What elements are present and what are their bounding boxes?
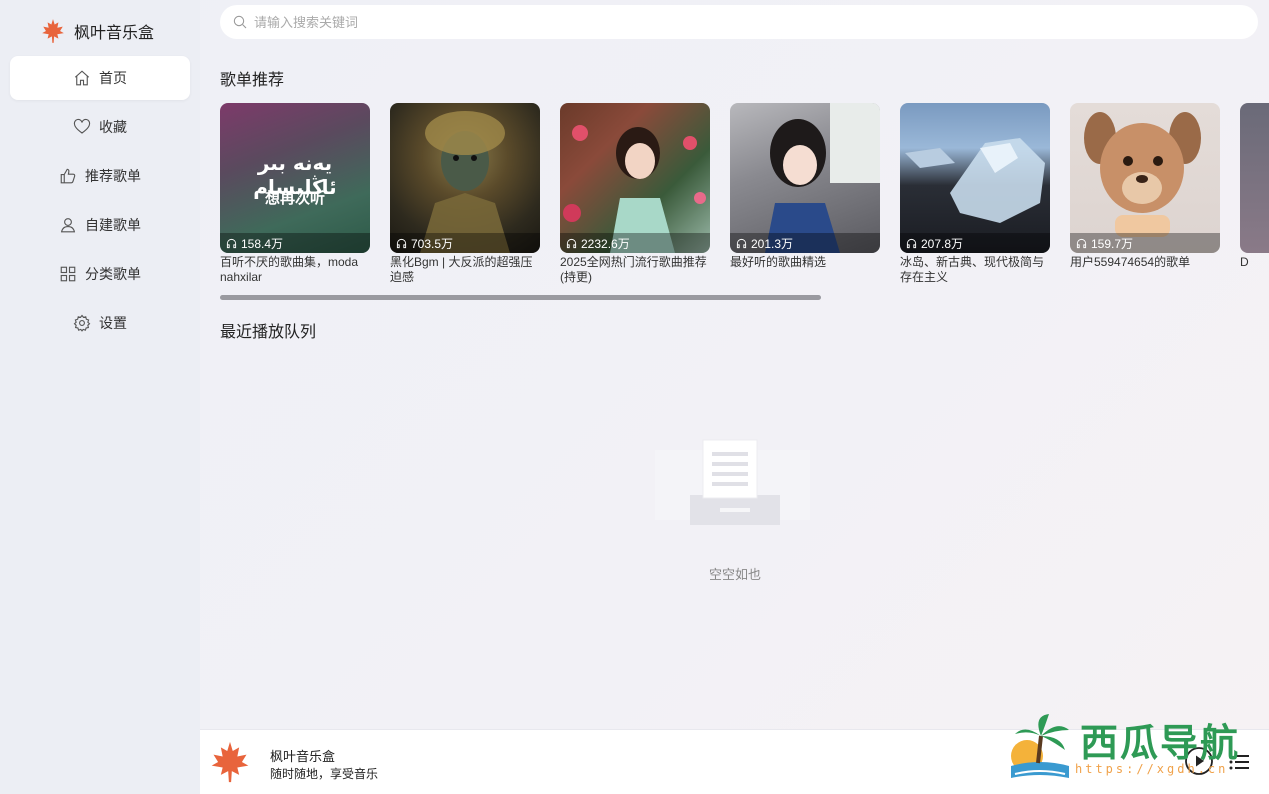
playlist-card[interactable]: 703.5万 黑化Bgm | 大反派的超强压迫感 [390, 103, 540, 285]
play-count-value: 207.8万 [921, 236, 964, 251]
playlist-cover[interactable]: 159.7万 [1070, 103, 1220, 253]
play-count: 158.4万 [220, 233, 370, 253]
playlist-card[interactable]: يەنە بىر ئاڭلىسام 想再次听 158.4万 百听不厌的歌曲集，m… [220, 103, 370, 285]
cover-art [420, 111, 510, 253]
play-count-value: 158.4万 [241, 236, 284, 251]
sidebar-nav: 首页 收藏 推荐歌单 自建歌单 分类歌单 设置 [10, 56, 190, 350]
cover-art [1084, 112, 1201, 237]
playlist-name[interactable]: 最好听的歌曲精选 [730, 255, 880, 270]
play-count: 2232.6万 [560, 233, 710, 253]
play-count: 207.8万 [900, 233, 1050, 253]
app-title: 枫叶音乐盒 [74, 25, 155, 42]
playlist-name[interactable]: 冰岛、新古典、现代极简与存在主义 [900, 255, 1050, 285]
playlist-row-scrollbar[interactable] [220, 295, 821, 300]
sidebar-item-favorites[interactable]: 收藏 [10, 105, 190, 149]
search-input[interactable] [254, 14, 1154, 30]
sidebar-item-custom[interactable]: 自建歌单 [10, 203, 190, 247]
cover-subtitle-text: 想再次听 [264, 190, 325, 207]
player-song-title: 枫叶音乐盒 [270, 749, 336, 764]
playlist-name[interactable]: 2025全网热门流行歌曲推荐(持更) [560, 255, 710, 285]
empty-state-text: 空空如也 [708, 567, 761, 582]
cover-art [563, 125, 706, 253]
watermark-text: 西瓜导航 [1080, 720, 1241, 765]
sidebar-item-settings[interactable]: 设置 [10, 301, 190, 345]
cover-art [905, 138, 1045, 223]
playlist-cover[interactable]: 703.5万 [390, 103, 540, 253]
home-icon [74, 70, 90, 86]
user-icon [60, 218, 76, 233]
section-title-recommended: 歌单推荐 [220, 72, 285, 89]
headphones-icon [396, 238, 407, 248]
heart-icon [73, 118, 91, 134]
section-title-recent-queue: 最近播放队列 [220, 324, 317, 341]
play-count-value: 2232.6万 [581, 236, 630, 251]
sidebar: 枫叶音乐盒 首页 收藏 推荐歌单 自建歌单 分类歌单 设置 [0, 0, 200, 794]
headphones-icon [906, 238, 917, 248]
grid-icon [60, 266, 76, 282]
playlist-card[interactable]: 2232.6万 2025全网热门流行歌曲推荐(持更) [560, 103, 710, 285]
playlist-name[interactable]: 黑化Bgm | 大反派的超强压迫感 [390, 255, 540, 285]
playlist-cover[interactable]: 207.8万 [900, 103, 1050, 253]
playlist-card[interactable]: 159.7万 用户559474654的歌单 [1070, 103, 1220, 270]
playlist-card[interactable]: D [1240, 103, 1269, 270]
sidebar-item-label: 分类歌单 [85, 266, 141, 282]
playlist-cover[interactable]: 2232.6万 [560, 103, 710, 253]
playlist-name[interactable]: D [1240, 255, 1269, 270]
playlist-name[interactable]: 用户559474654的歌单 [1070, 255, 1220, 270]
gear-icon [73, 314, 91, 332]
sidebar-item-home[interactable]: 首页 [10, 56, 190, 100]
playlist-cover[interactable]: 201.3万 [730, 103, 880, 253]
palm-island-logo-icon [1011, 714, 1069, 778]
sidebar-item-label: 收藏 [99, 119, 127, 135]
play-count: 201.3万 [730, 233, 880, 253]
watermark: 西瓜导航 https://xgdh.cn [1005, 708, 1255, 783]
headphones-icon [226, 238, 237, 248]
play-count-value: 703.5万 [411, 236, 454, 251]
playlist-cover[interactable]: يەنە بىر ئاڭلىسام 想再次听 158.4万 [220, 103, 370, 253]
playlist-card[interactable]: 207.8万 冰岛、新古典、现代极简与存在主义 [900, 103, 1050, 285]
sidebar-item-label: 首页 [99, 70, 127, 86]
maple-leaf-logo-icon [42, 19, 64, 43]
player-subtitle: 随时随地，享受音乐 [270, 767, 379, 781]
maple-leaf-album-icon[interactable] [208, 740, 252, 784]
thumbs-up-icon [60, 168, 76, 184]
sidebar-item-recommended[interactable]: 推荐歌单 [10, 154, 190, 198]
cover-art [765, 103, 880, 253]
sidebar-item-category[interactable]: 分类歌单 [10, 252, 190, 296]
search-bar [220, 5, 1258, 39]
playlist-name[interactable]: 百听不厌的歌曲集，moda nahxilar [220, 255, 370, 285]
headphones-icon [1076, 238, 1087, 248]
headphones-icon [566, 238, 577, 248]
watermark-url: https://xgdh.cn [1075, 762, 1229, 776]
sidebar-item-label: 推荐歌单 [85, 168, 141, 184]
play-count: 159.7万 [1070, 233, 1220, 253]
headphones-icon [736, 238, 747, 248]
play-count-value: 201.3万 [751, 236, 794, 251]
sidebar-item-label: 设置 [99, 315, 127, 331]
search-icon [233, 15, 247, 29]
play-count-value: 159.7万 [1091, 236, 1134, 251]
brand[interactable]: 枫叶音乐盒 [40, 18, 154, 44]
playlist-cover[interactable] [1240, 103, 1269, 253]
empty-document-icon [655, 439, 810, 525]
playlist-card[interactable]: 201.3万 最好听的歌曲精选 [730, 103, 880, 270]
play-count: 703.5万 [390, 233, 540, 253]
playlist-row: يەنە بىر ئاڭلىسام 想再次听 158.4万 百听不厌的歌曲集，m… [220, 103, 1269, 293]
sidebar-item-label: 自建歌单 [85, 217, 141, 233]
